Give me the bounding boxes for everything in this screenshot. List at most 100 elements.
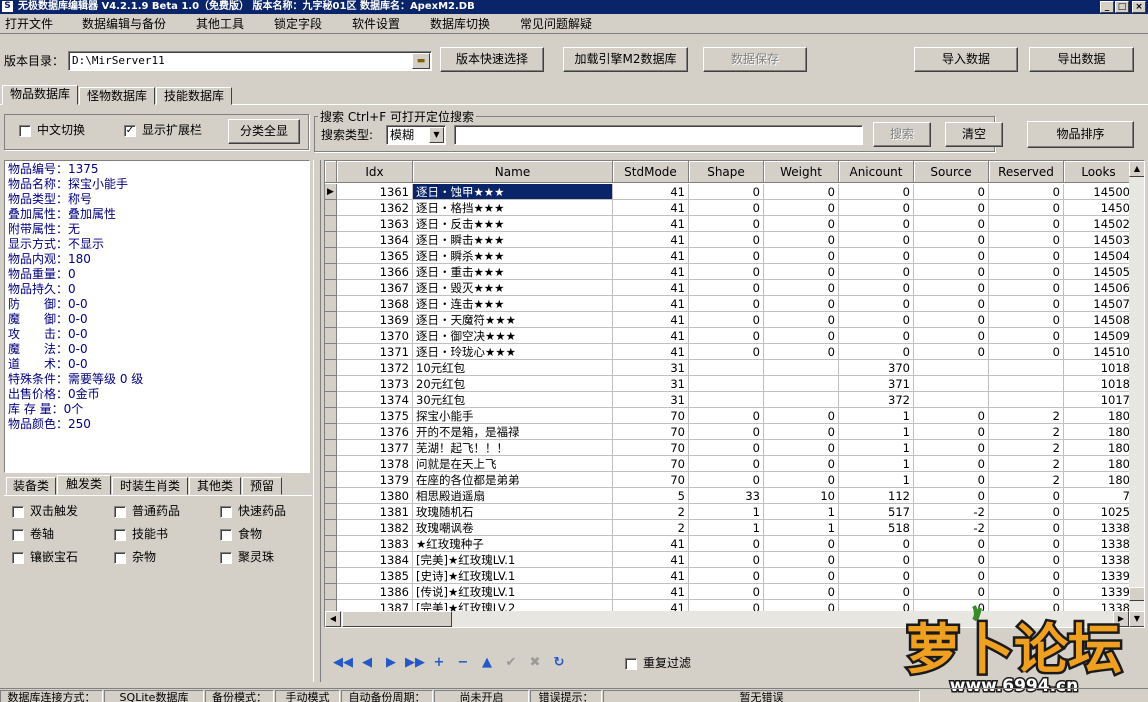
search-type-select[interactable]: 模糊 ▼	[386, 125, 446, 145]
cell-anicount[interactable]: 0	[839, 216, 914, 232]
chinese-switch-checkbox[interactable]	[19, 125, 31, 137]
cell-shape[interactable]: 0	[689, 200, 764, 216]
cell-source[interactable]: 0	[914, 264, 989, 280]
cell-weight[interactable]: 0	[764, 264, 839, 280]
cell-shape[interactable]: 0	[689, 552, 764, 568]
cell-idx[interactable]: 1372	[337, 360, 413, 376]
cell-name[interactable]: 逐日・御空决★★★	[413, 328, 613, 344]
cell-anicount[interactable]: 370	[839, 360, 914, 376]
menu-settings[interactable]: 软件设置	[352, 16, 400, 32]
menu-db-switch[interactable]: 数据库切换	[430, 16, 490, 32]
table-row[interactable]: 1369 逐日・天魔符★★★ 41 0 0 0 0 0 14508	[325, 312, 1144, 328]
cell-shape[interactable]: 0	[689, 264, 764, 280]
items-grid[interactable]: Idx Name StdMode Shape Weight Anicount Source R…	[324, 160, 1145, 628]
cell-idx[interactable]: 1361	[337, 184, 413, 200]
table-row[interactable]: 1371 逐日・玲珑心★★★ 41 0 0 0 0 0 14510	[325, 344, 1144, 360]
cat-checkbox[interactable]	[220, 506, 232, 518]
cell-looks[interactable]: 1338	[1064, 552, 1134, 568]
cancel-record-icon[interactable]: ✖	[525, 654, 545, 672]
cell-shape[interactable]: 0	[689, 184, 764, 200]
cell-name[interactable]: [史诗]★红玫瑰LV.1	[413, 568, 613, 584]
cell-looks[interactable]: 14509	[1064, 328, 1134, 344]
column-header-name[interactable]: Name	[413, 161, 613, 183]
sort-items-button[interactable]: 物品排序	[1027, 121, 1134, 148]
cell-stdmode[interactable]: 31	[613, 360, 689, 376]
cell-reserved[interactable]	[989, 376, 1064, 392]
cell-idx[interactable]: 1370	[337, 328, 413, 344]
cell-source[interactable]: 0	[914, 312, 989, 328]
show-all-button[interactable]: 分类全显	[228, 119, 300, 144]
cell-source[interactable]	[914, 376, 989, 392]
cell-name[interactable]: 逐日・瞬击★★★	[413, 232, 613, 248]
cell-source[interactable]: 0	[914, 584, 989, 600]
cell-weight[interactable]: 0	[764, 424, 839, 440]
cell-idx[interactable]: 1373	[337, 376, 413, 392]
column-header-weight[interactable]: Weight	[764, 161, 839, 183]
cell-reserved[interactable]: 0	[989, 504, 1064, 520]
table-row[interactable]: 1380 相思殿逍遥扇 5 33 10 112 0 0 7	[325, 488, 1144, 504]
last-record-icon[interactable]: ▶▶	[405, 654, 425, 672]
menu-faq[interactable]: 常见问题解疑	[520, 16, 592, 32]
cell-stdmode[interactable]: 31	[613, 392, 689, 408]
cell-stdmode[interactable]: 5	[613, 488, 689, 504]
cell-shape[interactable]: 0	[689, 536, 764, 552]
table-row[interactable]: 1374 30元红包 31 372 1017	[325, 392, 1144, 408]
cell-idx[interactable]: 1378	[337, 456, 413, 472]
table-row[interactable]: 1382 玫瑰嘲讽卷 2 1 1 518 -2 0 1338	[325, 520, 1144, 536]
splitter[interactable]	[313, 160, 321, 682]
tab-monster-db[interactable]: 怪物数据库	[79, 87, 155, 105]
cell-name[interactable]: [完美]★红玫瑰LV.1	[413, 552, 613, 568]
cell-weight[interactable]: 0	[764, 408, 839, 424]
cell-reserved[interactable]: 2	[989, 472, 1064, 488]
table-row[interactable]: 1373 20元红包 31 371 1018	[325, 376, 1144, 392]
repeat-filter-checkbox[interactable]	[625, 658, 637, 670]
cell-weight[interactable]: 0	[764, 280, 839, 296]
cell-stdmode[interactable]: 41	[613, 296, 689, 312]
cell-stdmode[interactable]: 2	[613, 504, 689, 520]
table-row[interactable]: 1364 逐日・瞬击★★★ 41 0 0 0 0 0 14503	[325, 232, 1144, 248]
table-row[interactable]: 1370 逐日・御空决★★★ 41 0 0 0 0 0 14509	[325, 328, 1144, 344]
menu-lock-fields[interactable]: 锁定字段	[274, 16, 322, 32]
next-record-icon[interactable]: ▶	[381, 654, 401, 672]
cell-stdmode[interactable]: 41	[613, 200, 689, 216]
cell-name[interactable]: 逐日・毁灭★★★	[413, 280, 613, 296]
cell-stdmode[interactable]: 41	[613, 568, 689, 584]
cell-anicount[interactable]: 1	[839, 440, 914, 456]
cell-source[interactable]: 0	[914, 296, 989, 312]
table-row[interactable]: 1378 问就是在天上飞 70 0 0 1 0 2 180	[325, 456, 1144, 472]
cell-anicount[interactable]: 372	[839, 392, 914, 408]
cell-name[interactable]: 逐日・重击★★★	[413, 264, 613, 280]
cell-shape[interactable]: 0	[689, 424, 764, 440]
cell-name[interactable]: 逐日・连击★★★	[413, 296, 613, 312]
cell-anicount[interactable]: 1	[839, 472, 914, 488]
cell-source[interactable]: 0	[914, 472, 989, 488]
cell-anicount[interactable]: 0	[839, 584, 914, 600]
cell-idx[interactable]: 1365	[337, 248, 413, 264]
cell-shape[interactable]: 0	[689, 296, 764, 312]
cell-name[interactable]: 探宝小能手	[413, 408, 613, 424]
vertical-scrollbar[interactable]: ▲ ▼	[1129, 161, 1144, 627]
cell-source[interactable]: 0	[914, 184, 989, 200]
table-row[interactable]: ▶ 1361 逐日・蚀甲★★★ 41 0 0 0 0 0 14500	[325, 184, 1144, 200]
cell-looks[interactable]: 1018	[1064, 360, 1134, 376]
cell-weight[interactable]	[764, 360, 839, 376]
cell-stdmode[interactable]: 41	[613, 248, 689, 264]
table-row[interactable]: 1385 [史诗]★红玫瑰LV.1 41 0 0 0 0 0 1339	[325, 568, 1144, 584]
cell-name[interactable]: 30元红包	[413, 392, 613, 408]
cell-looks[interactable]: 7	[1064, 488, 1134, 504]
cell-idx[interactable]: 1364	[337, 232, 413, 248]
cell-looks[interactable]: 180	[1064, 456, 1134, 472]
cell-anicount[interactable]: 0	[839, 200, 914, 216]
tab-item-db[interactable]: 物品数据库	[2, 85, 78, 105]
table-row[interactable]: 1368 逐日・连击★★★ 41 0 0 0 0 0 14507	[325, 296, 1144, 312]
cell-anicount[interactable]: 0	[839, 552, 914, 568]
save-data-button[interactable]: 数据保存	[703, 47, 807, 72]
cell-anicount[interactable]: 0	[839, 280, 914, 296]
tab-equipment[interactable]: 装备类	[6, 477, 56, 495]
cell-looks[interactable]: 180	[1064, 440, 1134, 456]
cell-reserved[interactable]: 0	[989, 584, 1064, 600]
folder-browse-icon[interactable]: ▬	[412, 53, 430, 69]
cell-weight[interactable]: 0	[764, 456, 839, 472]
cell-stdmode[interactable]: 41	[613, 232, 689, 248]
cell-shape[interactable]: 0	[689, 440, 764, 456]
